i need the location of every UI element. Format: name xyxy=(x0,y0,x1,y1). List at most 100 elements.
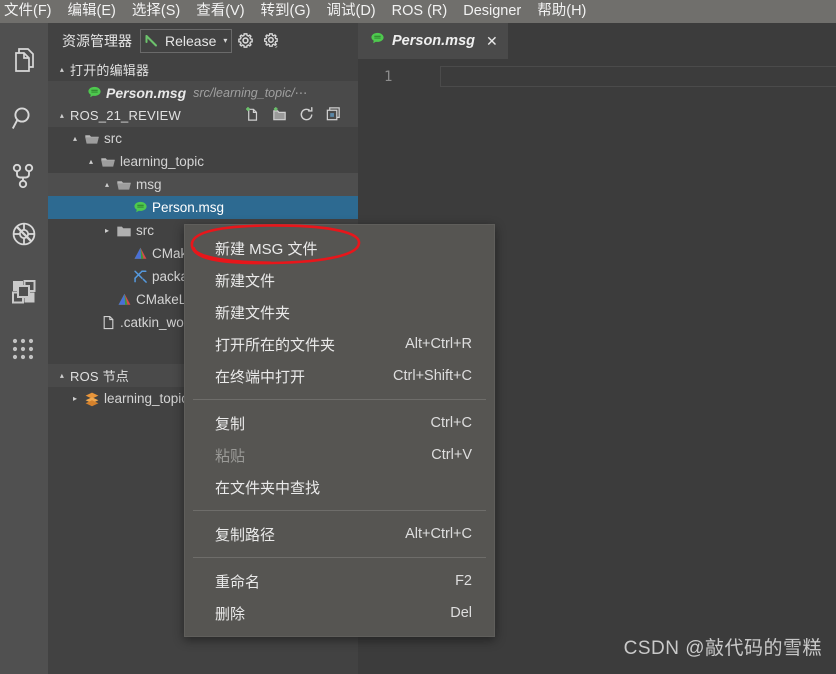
run-debug-icon[interactable] xyxy=(0,205,48,263)
context-menu-separator xyxy=(193,510,486,511)
chevron-collapsed-icon: ▸ xyxy=(72,394,77,403)
plain-file-icon xyxy=(98,315,118,330)
sidebar-header: 资源管理器 Release ▾ s xyxy=(48,23,358,58)
close-icon[interactable]: ✕ xyxy=(486,33,498,50)
menu-file[interactable]: 文件(F) xyxy=(0,0,60,23)
tree-item-learning_topic[interactable]: ▴ learning_topic xyxy=(48,150,358,173)
tree-item-label: Person.msg xyxy=(152,200,225,215)
explorer-files-icon[interactable] xyxy=(0,31,48,89)
msg-file-icon xyxy=(130,200,150,215)
context-menu-item-shortcut: Ctrl+V xyxy=(431,447,472,463)
folder-open-icon xyxy=(114,177,134,193)
chevron-down-icon: ▾ xyxy=(223,36,228,45)
folder-open-icon xyxy=(82,131,102,147)
workspace-section-header[interactable]: ▴ ROS_21_REVIEW xyxy=(48,104,358,127)
folder-closed-icon xyxy=(114,223,134,239)
chevron-expanded-icon: ▴ xyxy=(59,371,65,380)
menu-selection[interactable]: 选择(S) xyxy=(124,0,188,23)
context-menu-item-shortcut: Ctrl+C xyxy=(430,415,473,431)
context-menu-item-label: 在文件夹中查找 xyxy=(215,479,321,497)
open-editor-item-person-msg[interactable]: Person.msg src/learning_topic/⋯ xyxy=(48,81,358,104)
tree-item-label: src xyxy=(104,131,122,146)
package-stack-icon xyxy=(82,391,102,407)
context-menu-item-label: 复制路径 xyxy=(215,526,276,544)
ctx-open-in-terminal[interactable]: 在终端中打开 Ctrl+Shift+C xyxy=(185,360,494,392)
context-menu: 新建 MSG 文件 新建文件新建文件夹打开所在的文件夹 Alt+Ctrl+R 在终端中… xyxy=(184,224,495,637)
ctx-new-msg-file[interactable]: 新建 MSG 文件 xyxy=(185,232,494,264)
tree-item-src[interactable]: ▴ src xyxy=(48,127,358,150)
context-menu-item-shortcut: Alt+Ctrl+C xyxy=(405,526,472,542)
editor-tab-bar: Person.msg ✕ xyxy=(358,23,836,59)
ctx-delete[interactable]: 删除 Del xyxy=(185,597,494,629)
context-menu-item-label: 在终端中打开 xyxy=(215,368,306,386)
csdn-watermark: CSDN @敲代码的雪糕 xyxy=(623,638,822,659)
context-menu-item-shortcut: F2 xyxy=(455,573,472,589)
ctx-find-in-folder[interactable]: 在文件夹中查找 xyxy=(185,471,494,503)
menu-view[interactable]: 查看(V) xyxy=(188,0,252,23)
source-control-icon[interactable] xyxy=(0,147,48,205)
ctx-reveal-in-explorer[interactable]: 打开所在的文件夹 Alt+Ctrl+R xyxy=(185,328,494,360)
context-menu-item-label: 粘贴 xyxy=(215,447,246,465)
settings-gear-sync-icon[interactable]: s xyxy=(258,29,284,53)
editor-tab-person-msg[interactable]: Person.msg ✕ xyxy=(358,23,508,59)
menu-debug[interactable]: 调试(D) xyxy=(318,0,383,23)
menu-help[interactable]: 帮助(H) xyxy=(529,0,594,23)
chevron-expanded-icon[interactable]: ▴ xyxy=(68,134,82,143)
context-menu-item-label: 复制 xyxy=(215,415,246,433)
extensions-icon[interactable] xyxy=(0,263,48,321)
open-editors-label: 打开的编辑器 xyxy=(70,63,150,78)
context-menu-item-label: 新建文件夹 xyxy=(215,304,291,322)
context-menu-item-shortcut: Ctrl+Shift+C xyxy=(393,368,472,384)
context-menu-item-label: 重命名 xyxy=(215,573,261,591)
menu-edit[interactable]: 编辑(E) xyxy=(60,0,124,23)
chevron-expanded-icon[interactable]: ▴ xyxy=(100,180,114,189)
context-menu-item-label: 打开所在的文件夹 xyxy=(215,336,336,354)
sidebar-title: 资源管理器 xyxy=(62,32,132,49)
ctx-new-folder[interactable]: 新建文件夹 xyxy=(185,296,494,328)
folder-open-icon xyxy=(98,154,118,170)
line-number: 1 xyxy=(384,69,393,85)
cmake-icon xyxy=(114,292,134,307)
msg-file-icon xyxy=(84,85,104,100)
context-menu-item-label: 删除 xyxy=(215,605,246,623)
current-line-highlight xyxy=(440,66,836,87)
vscode-window: 文件(F) 编辑(E) 选择(S) 查看(V) 转到(G) 调试(D) ROS (R) Des… xyxy=(0,0,836,674)
xml-tools-icon xyxy=(130,269,150,284)
more-views-icon[interactable] xyxy=(0,321,48,379)
context-menu-separator xyxy=(193,399,486,400)
collapse-all-icon[interactable] xyxy=(325,106,342,126)
ctx-new-file[interactable]: 新建文件 xyxy=(185,264,494,296)
cmake-icon xyxy=(130,246,150,261)
chevron-expanded-icon[interactable]: ▴ xyxy=(84,157,98,166)
open-editors-section-header[interactable]: ▴ 打开的编辑器 xyxy=(48,58,358,81)
search-icon[interactable] xyxy=(0,89,48,147)
ctx-rename[interactable]: 重命名 F2 xyxy=(185,565,494,597)
menu-designer[interactable]: Designer xyxy=(455,0,529,23)
menu-go[interactable]: 转到(G) xyxy=(253,0,319,23)
ctx-copy-path[interactable]: 复制路径 Alt+Ctrl+C xyxy=(185,518,494,550)
activity-bar xyxy=(0,23,48,674)
msg-file-icon xyxy=(370,31,385,51)
new-file-icon[interactable] xyxy=(244,106,261,126)
context-menu-item-shortcut: Del xyxy=(450,605,472,621)
context-menu-separator xyxy=(193,557,486,558)
new-folder-icon[interactable] xyxy=(271,106,288,126)
menu-ros[interactable]: ROS (R) xyxy=(384,0,456,23)
build-config-selector[interactable]: Release ▾ xyxy=(140,28,233,53)
tree-item-label: learning_topic xyxy=(120,154,205,169)
ctx-copy[interactable]: 复制 Ctrl+C xyxy=(185,407,494,439)
open-editor-name: Person.msg xyxy=(106,84,187,101)
menu-bar: 文件(F) 编辑(E) 选择(S) 查看(V) 转到(G) 调试(D) ROS (R) Des… xyxy=(0,0,836,23)
workspace-label: ROS_21_REVIEW xyxy=(70,108,181,123)
chevron-expanded-icon: ▴ xyxy=(59,111,65,120)
context-menu-item-shortcut: Alt+Ctrl+R xyxy=(405,336,472,352)
refresh-icon[interactable] xyxy=(298,106,315,126)
open-editor-path: src/learning_topic/⋯ xyxy=(193,86,308,100)
tree-item-person.msg[interactable]: Person.msg xyxy=(48,196,358,219)
tree-item-msg[interactable]: ▴ msg xyxy=(48,173,358,196)
hammer-icon xyxy=(144,33,160,49)
chevron-collapsed-icon[interactable]: ▸ xyxy=(100,226,114,235)
settings-gear-icon[interactable] xyxy=(232,29,258,53)
svg-text:s: s xyxy=(275,43,278,49)
ctx-paste: 粘贴 Ctrl+V xyxy=(185,439,494,471)
